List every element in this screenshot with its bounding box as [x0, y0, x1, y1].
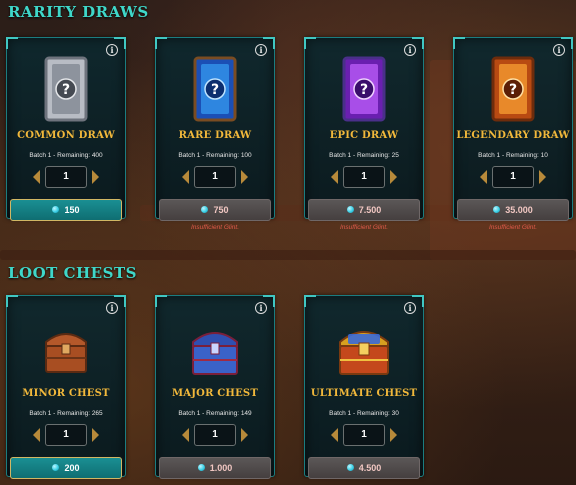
- price-label: 1.000: [209, 463, 233, 473]
- decrease-arrow-icon[interactable]: [331, 428, 338, 442]
- remaining-text: Batch 1 - Remaining: 100: [178, 152, 252, 159]
- info-icon[interactable]: i: [255, 44, 267, 56]
- info-icon[interactable]: i: [255, 302, 267, 314]
- buy-button[interactable]: 150: [10, 199, 122, 221]
- insufficient-warning: Insufficient Glint.: [190, 224, 240, 231]
- quantity-input[interactable]: 1: [194, 424, 236, 446]
- buy-button[interactable]: 4.500: [308, 457, 420, 479]
- card-title: MAJOR CHEST: [172, 388, 258, 399]
- card-title: RARE DRAW: [178, 130, 252, 141]
- info-icon[interactable]: i: [404, 302, 416, 314]
- quantity-stepper: 1: [156, 166, 274, 188]
- increase-arrow-icon[interactable]: [241, 428, 248, 442]
- price-label: 35.000: [505, 205, 533, 215]
- svg-text:?: ?: [211, 82, 219, 98]
- decrease-arrow-icon[interactable]: [33, 428, 40, 442]
- quantity-input[interactable]: 1: [194, 166, 236, 188]
- glint-icon: [52, 206, 60, 214]
- section-title-rarity-draws: RARITY DRAWS: [8, 3, 149, 21]
- card-ultimate-chest: i ULTIMATE CHEST Batch 1 - Remaining: 30…: [304, 295, 424, 479]
- price-label: 4.500: [358, 463, 382, 473]
- remaining-text: Batch 1 - Remaining: 149: [178, 410, 252, 417]
- ultimate-chest-icon: [339, 331, 389, 375]
- decrease-arrow-icon[interactable]: [33, 170, 40, 184]
- section-title-loot-chests: LOOT CHESTS: [8, 264, 137, 282]
- buy-button[interactable]: 7.500: [308, 199, 420, 221]
- info-icon[interactable]: i: [553, 44, 565, 56]
- remaining-text: Batch 1 - Remaining: 25: [329, 152, 399, 159]
- buy-button[interactable]: 35.000: [457, 199, 569, 221]
- decrease-arrow-icon[interactable]: [331, 170, 338, 184]
- glint-icon: [197, 464, 205, 472]
- quantity-stepper: 1: [305, 424, 423, 446]
- quantity-input[interactable]: 1: [492, 166, 534, 188]
- increase-arrow-icon[interactable]: [390, 170, 397, 184]
- glint-icon: [346, 464, 354, 472]
- quantity-stepper: 1: [454, 166, 572, 188]
- background-divider: [0, 250, 576, 260]
- common-draw-card-icon: ?: [44, 56, 88, 122]
- svg-text:?: ?: [360, 82, 368, 98]
- quantity-stepper: 1: [7, 424, 125, 446]
- remaining-text: Batch 1 - Remaining: 265: [29, 410, 103, 417]
- info-icon[interactable]: i: [106, 44, 118, 56]
- glint-icon: [201, 206, 209, 214]
- epic-draw-card-icon: ?: [342, 56, 386, 122]
- card-rare-draw: i ? RARE DRAW Batch 1 - Remaining: 100 1…: [155, 37, 275, 231]
- quantity-input[interactable]: 1: [45, 424, 87, 446]
- decrease-arrow-icon[interactable]: [182, 170, 189, 184]
- card-title: EPIC DRAW: [329, 130, 399, 141]
- buy-button[interactable]: 1.000: [159, 457, 271, 479]
- card-minor-chest: i MINOR CHEST Batch 1 - Remaining: 265 1…: [6, 295, 126, 479]
- increase-arrow-icon[interactable]: [241, 170, 248, 184]
- card-title: COMMON DRAW: [17, 130, 115, 141]
- glint-icon: [346, 206, 354, 214]
- price-label: 750: [213, 205, 229, 215]
- increase-arrow-icon[interactable]: [390, 428, 397, 442]
- quantity-stepper: 1: [305, 166, 423, 188]
- card-major-chest: i MAJOR CHEST Batch 1 - Remaining: 149 1…: [155, 295, 275, 479]
- remaining-text: Batch 1 - Remaining: 400: [29, 152, 103, 159]
- quantity-input[interactable]: 1: [343, 424, 385, 446]
- quantity-input[interactable]: 1: [343, 166, 385, 188]
- card-common-draw: i ? COMMON DRAW Batch 1 - Remaining: 400…: [6, 37, 126, 221]
- svg-text:?: ?: [62, 82, 70, 98]
- quantity-stepper: 1: [7, 166, 125, 188]
- card-legendary-draw: i ? LEGENDARY DRAW Batch 1 - Remaining: …: [453, 37, 573, 231]
- insufficient-warning: Insufficient Glint.: [488, 224, 538, 231]
- buy-button[interactable]: 200: [10, 457, 122, 479]
- quantity-input[interactable]: 1: [45, 166, 87, 188]
- card-title: ULTIMATE CHEST: [310, 388, 418, 399]
- increase-arrow-icon[interactable]: [92, 428, 99, 442]
- decrease-arrow-icon[interactable]: [182, 428, 189, 442]
- info-icon[interactable]: i: [404, 44, 416, 56]
- remaining-text: Batch 1 - Remaining: 10: [478, 152, 548, 159]
- info-icon[interactable]: i: [106, 302, 118, 314]
- price-label: 150: [64, 205, 80, 215]
- card-epic-draw: i ? EPIC DRAW Batch 1 - Remaining: 25 1 …: [304, 37, 424, 231]
- major-chest-icon: [192, 332, 238, 375]
- card-title: LEGENDARY DRAW: [456, 130, 570, 141]
- buy-button[interactable]: 750: [159, 199, 271, 221]
- card-title: MINOR CHEST: [22, 388, 110, 399]
- increase-arrow-icon[interactable]: [92, 170, 99, 184]
- glint-icon: [493, 206, 501, 214]
- quantity-stepper: 1: [156, 424, 274, 446]
- insufficient-warning: Insufficient Glint.: [339, 224, 389, 231]
- price-label: 7.500: [358, 205, 382, 215]
- minor-chest-icon: [45, 333, 87, 373]
- legendary-draw-card-icon: ?: [491, 56, 535, 122]
- decrease-arrow-icon[interactable]: [480, 170, 487, 184]
- increase-arrow-icon[interactable]: [539, 170, 546, 184]
- svg-text:?: ?: [509, 82, 517, 98]
- glint-icon: [52, 464, 60, 472]
- price-label: 200: [64, 463, 80, 473]
- rare-draw-card-icon: ?: [193, 56, 237, 122]
- remaining-text: Batch 1 - Remaining: 30: [329, 410, 399, 417]
